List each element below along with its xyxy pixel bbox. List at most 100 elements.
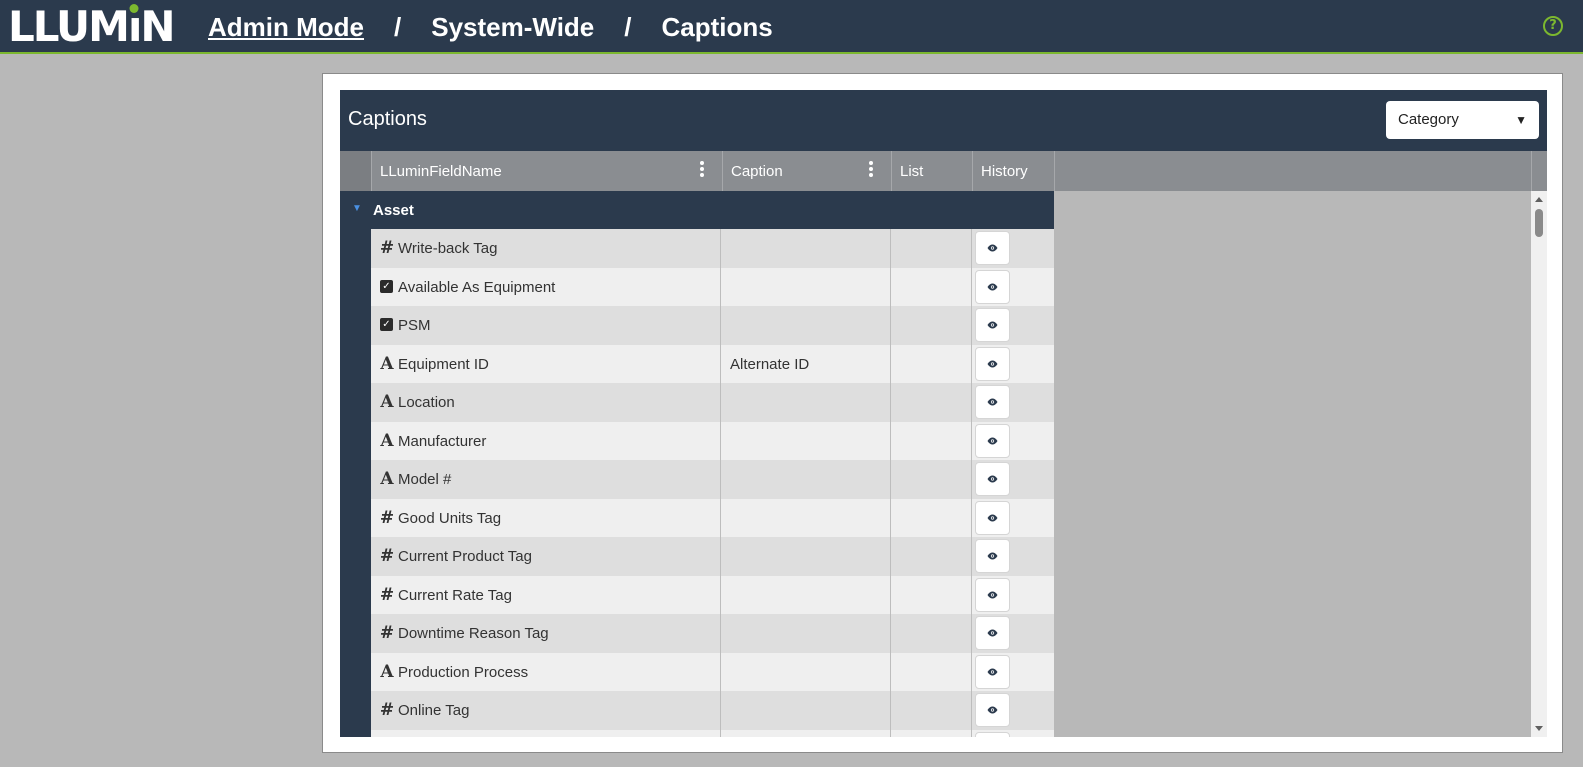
rows-container: # Write-back Tag ✓ Available As Equipment ✓ P… <box>371 229 1054 737</box>
number-icon: # <box>379 730 395 738</box>
field-name-cell[interactable]: # <box>371 729 721 738</box>
list-cell[interactable] <box>891 267 972 306</box>
view-history-button[interactable] <box>975 346 1010 381</box>
view-history-button[interactable] <box>975 423 1010 458</box>
table-row[interactable]: A Model # <box>371 460 1054 499</box>
number-icon: # <box>379 546 395 566</box>
list-cell[interactable] <box>891 691 972 730</box>
help-icon[interactable]: ? <box>1543 16 1563 36</box>
field-name-cell[interactable]: # Current Rate Tag <box>371 575 721 614</box>
view-history-button[interactable] <box>975 231 1010 265</box>
view-history-button[interactable] <box>975 385 1010 419</box>
column-header-label: List <box>900 163 924 180</box>
list-cell[interactable] <box>891 537 972 576</box>
field-name-cell[interactable]: ✓ Available As Equipment <box>371 267 721 306</box>
field-name-cell[interactable]: # Current Product Tag <box>371 537 721 576</box>
field-name-cell[interactable]: A Equipment ID <box>371 344 721 383</box>
field-name-cell[interactable]: # Online Tag <box>371 691 721 730</box>
list-cell[interactable] <box>891 614 972 653</box>
field-name-cell[interactable]: A Model # <box>371 460 721 499</box>
scrollbar-thumb[interactable] <box>1535 209 1543 237</box>
field-name: Online Tag <box>398 702 470 719</box>
view-history-button[interactable] <box>975 500 1010 535</box>
caption-cell[interactable] <box>721 498 891 537</box>
field-name-cell[interactable]: A Location <box>371 383 721 422</box>
table-row[interactable]: ✓ Available As Equipment <box>371 267 1054 306</box>
caption-cell[interactable] <box>721 421 891 460</box>
history-cell <box>972 499 1054 538</box>
view-history-button[interactable] <box>975 577 1010 612</box>
table-row[interactable]: A Manufacturer <box>371 421 1054 460</box>
list-cell[interactable] <box>891 306 972 345</box>
breadcrumb-admin-mode-link[interactable]: Admin Mode <box>208 12 364 43</box>
list-cell[interactable] <box>891 383 972 422</box>
group-gutter <box>340 191 371 737</box>
number-icon: # <box>379 623 395 643</box>
field-name-cell[interactable]: A Manufacturer <box>371 421 721 460</box>
list-cell[interactable] <box>891 729 972 737</box>
view-history-button[interactable] <box>975 539 1010 573</box>
list-cell[interactable] <box>891 575 972 614</box>
vertical-scrollbar[interactable] <box>1531 191 1547 737</box>
breadcrumb-captions: Captions <box>661 12 773 42</box>
field-name-cell[interactable]: ✓ PSM <box>371 306 721 345</box>
view-history-button[interactable] <box>975 693 1010 727</box>
eye-icon <box>987 591 998 598</box>
list-cell[interactable] <box>891 421 972 460</box>
table-row[interactable]: # Downtime Reason Tag <box>371 614 1054 653</box>
column-header-list[interactable]: List <box>891 151 972 191</box>
view-history-button[interactable] <box>975 616 1010 650</box>
view-history-button[interactable] <box>975 308 1010 342</box>
history-cell <box>972 383 1054 422</box>
table-row[interactable]: # Current Product Tag <box>371 537 1054 576</box>
view-history-button[interactable] <box>975 462 1010 496</box>
breadcrumb-system-wide: System-Wide <box>431 12 595 42</box>
caption-cell[interactable] <box>721 383 891 422</box>
list-cell[interactable] <box>891 460 972 499</box>
caption-cell[interactable] <box>721 614 891 653</box>
expand-triangle-icon[interactable]: ▼ <box>352 203 362 214</box>
column-menu-icon[interactable] <box>869 161 873 179</box>
view-history-button[interactable] <box>975 654 1010 689</box>
table-row[interactable]: ✓ PSM <box>371 306 1054 345</box>
list-cell[interactable] <box>891 344 972 383</box>
field-name: Current Product Tag <box>398 548 532 565</box>
caption-cell[interactable] <box>721 460 891 499</box>
column-header-lluminfieldname[interactable]: LLuminFieldName <box>371 151 722 191</box>
caption-cell[interactable] <box>721 229 891 268</box>
table-row[interactable]: A Equipment ID Alternate ID <box>371 344 1054 383</box>
table-row[interactable]: A Location <box>371 383 1054 422</box>
field-name-cell[interactable]: # Write-back Tag <box>371 229 721 268</box>
group-row-asset[interactable]: ▼ Asset <box>340 191 1054 229</box>
list-cell[interactable] <box>891 229 972 268</box>
view-history-button[interactable] <box>975 269 1010 304</box>
table-row[interactable]: # Current Rate Tag <box>371 575 1054 614</box>
field-name-cell[interactable]: # Good Units Tag <box>371 498 721 537</box>
scroll-up-icon[interactable] <box>1535 197 1543 202</box>
eye-icon <box>987 283 998 290</box>
table-row[interactable]: # <box>371 729 1054 738</box>
caption-cell[interactable] <box>721 691 891 730</box>
field-name-cell[interactable]: A Production Process <box>371 652 721 691</box>
caption-cell[interactable] <box>721 306 891 345</box>
breadcrumb-separator: / <box>394 12 402 42</box>
column-menu-icon[interactable] <box>700 161 704 179</box>
table-row[interactable]: # Good Units Tag <box>371 498 1054 538</box>
caption-cell[interactable] <box>721 652 891 691</box>
table-row[interactable]: # Write-back Tag <box>371 229 1054 268</box>
table-row[interactable]: # Online Tag <box>371 691 1054 730</box>
field-name-cell[interactable]: # Downtime Reason Tag <box>371 614 721 653</box>
caption-cell[interactable] <box>721 267 891 306</box>
column-header-history[interactable]: History <box>972 151 1054 191</box>
caption-cell[interactable]: Alternate ID <box>721 344 891 383</box>
list-cell[interactable] <box>891 652 972 691</box>
table-row[interactable]: A Production Process <box>371 652 1054 691</box>
caption-cell[interactable] <box>721 729 891 737</box>
list-cell[interactable] <box>891 498 972 537</box>
scroll-down-icon[interactable] <box>1535 726 1543 731</box>
caption-cell[interactable] <box>721 537 891 576</box>
view-history-button[interactable] <box>975 731 1010 737</box>
category-select[interactable]: Category ▼ <box>1386 101 1539 139</box>
caption-cell[interactable] <box>721 575 891 614</box>
column-header-caption[interactable]: Caption <box>722 151 891 191</box>
